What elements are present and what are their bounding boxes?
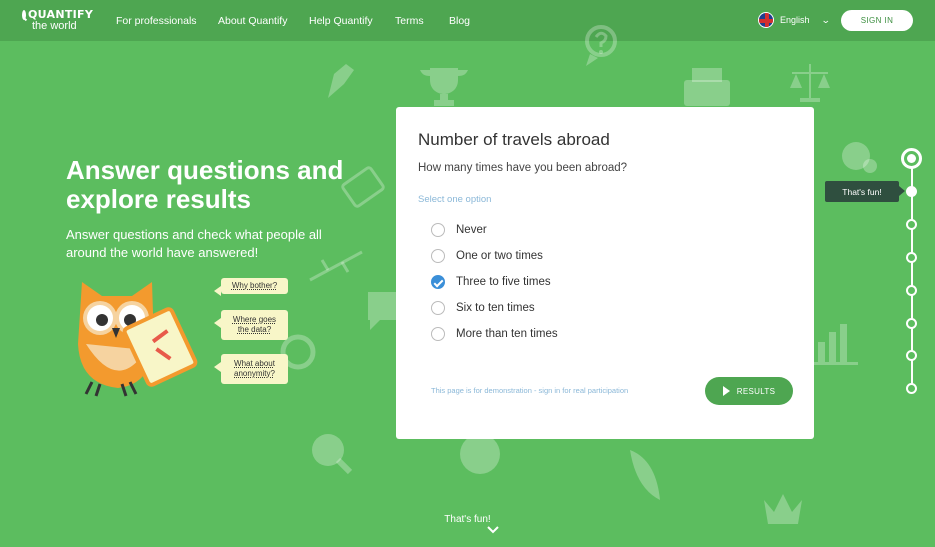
progress-step[interactable] [906,252,917,263]
select-hint: Select one option [418,194,492,205]
radio-button[interactable] [431,249,445,263]
progress-step[interactable] [906,186,917,197]
owl-mascot-icon [78,282,198,397]
uk-flag-icon [758,12,774,28]
option-label: More than ten times [456,328,558,340]
option-one-or-two[interactable]: One or two times [431,249,543,263]
progress-step[interactable] [906,219,917,230]
nav-blog[interactable]: Blog [449,15,470,27]
quantify-logo[interactable]: QUANTIFY the world [22,9,93,33]
radio-button[interactable] [431,223,445,237]
pen-nib-icon [328,64,354,98]
question-text: How many times have you been abroad? [418,162,628,174]
option-three-to-five[interactable]: Three to five times [431,275,551,289]
magnifier-question-icon [312,434,353,475]
progress-step[interactable] [906,285,917,296]
radio-button-checked[interactable] [431,275,445,289]
option-never[interactable]: Never [431,223,487,237]
bubble-label: Why bother? [231,281,278,290]
trophy-icon [420,68,468,106]
hero-subtitle: Answer questions and check what people a… [66,227,322,260]
scales-icon [790,64,830,102]
results-label: RESULTS [736,386,776,396]
nav-help-quantify[interactable]: Help Quantify [309,15,373,27]
option-more-than-ten[interactable]: More than ten times [431,327,558,341]
sign-in-button[interactable]: SIGN IN [841,10,913,31]
typewriter-icon [684,68,730,106]
top-navbar: QUANTIFY the world For professionals Abo… [0,0,935,41]
language-label: English [780,15,810,25]
option-label: Never [456,224,487,236]
progress-tooltip: That's fun! [825,181,905,202]
feather-icon [630,450,660,500]
chat-question-icon [842,142,877,173]
play-icon [722,386,730,396]
radio-button[interactable] [431,301,445,315]
progress-step-current[interactable] [901,148,922,169]
hero-title: Answer questions and explore results [66,155,344,214]
results-button[interactable]: RESULTS [705,377,793,405]
chevron-down-icon[interactable] [487,525,499,535]
chevron-down-icon: ⌄ [820,14,831,25]
option-label: Six to ten times [456,302,535,314]
nav-terms[interactable]: Terms [395,15,424,27]
question-title: Number of travels abroad [418,130,610,149]
logo-text-bottom: the world [32,20,77,32]
nav-for-professionals[interactable]: For professionals [116,15,197,27]
progress-step[interactable] [906,383,917,394]
demo-note[interactable]: This page is for demonstration - sign in… [431,386,628,395]
question-bubble-icon [585,25,617,66]
bubble-where-goes-data[interactable]: Where goes the data? [214,310,288,340]
option-six-to-ten[interactable]: Six to ten times [431,301,535,315]
bubble-label: What about anonymity? [234,359,275,378]
bubble-label: Where goes the data? [232,315,277,334]
bubble-why-bother[interactable]: Why bother? [214,278,288,296]
language-selector[interactable]: English ⌄ [758,12,831,28]
option-label: Three to five times [456,276,551,288]
logo-q-icon [22,10,26,20]
progress-step[interactable] [906,318,917,329]
question-card: Number of travels abroad How many times … [396,107,814,439]
bar-chart-icon [814,324,858,365]
nav-about-quantify[interactable]: About Quantify [218,15,287,27]
scroll-hint-label[interactable]: That's fun! [0,514,935,525]
option-label: One or two times [456,250,543,262]
bubble-anonymity[interactable]: What about anonymity? [214,354,288,384]
progress-step[interactable] [906,350,917,361]
radio-button[interactable] [431,327,445,341]
